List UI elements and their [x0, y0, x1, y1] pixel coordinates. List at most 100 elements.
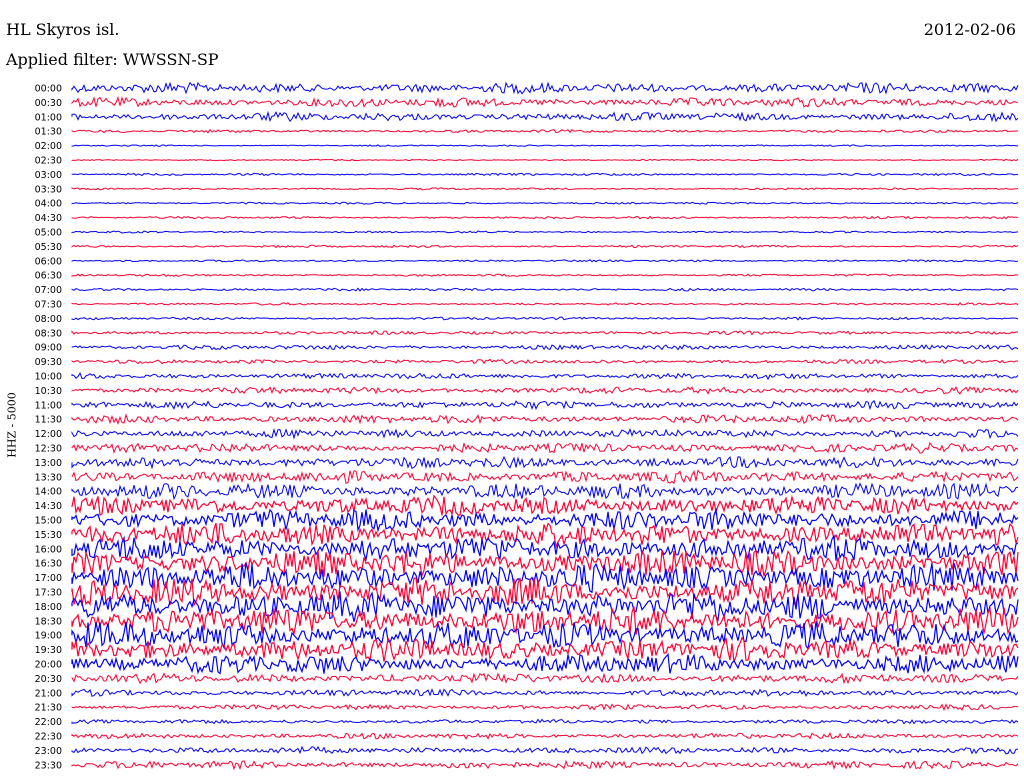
trace-1830: [71, 606, 1019, 637]
trace-0000: [71, 81, 1019, 95]
trace-1500: [71, 507, 1019, 533]
time-label-0800: 08:00: [35, 314, 62, 325]
seismogram-helicorder: 00:00 00:30 01:00 01:30 02:00 02:30 03:00 03:30…: [35, 81, 1019, 772]
trace-0130: [71, 128, 1019, 134]
trace-0800: [71, 316, 1019, 321]
time-label-1830: 18:30: [35, 616, 62, 627]
time-label-2230: 22:30: [35, 732, 62, 743]
trace-2230: [71, 732, 1019, 740]
time-label-1300: 13:00: [35, 458, 62, 469]
trace-0300: [71, 172, 1019, 177]
trace-1900: [71, 621, 1019, 651]
time-label-1430: 14:30: [35, 501, 62, 512]
trace-0400: [71, 201, 1019, 205]
trace-0600: [71, 259, 1019, 263]
trace-1630: [71, 549, 1019, 578]
time-label-1600: 16:00: [35, 544, 62, 555]
date-label: 2012-02-06: [923, 20, 1016, 39]
time-label-1630: 16:30: [35, 559, 62, 570]
trace-0100: [71, 110, 1019, 123]
time-label-1930: 19:30: [35, 645, 62, 656]
time-label-0100: 01:00: [35, 112, 62, 123]
trace-1730: [71, 577, 1019, 608]
trace-0830: [71, 330, 1019, 336]
trace-2200: [71, 718, 1019, 725]
channel-label: HHZ - 5000: [5, 392, 19, 458]
time-label-0600: 06:00: [35, 256, 62, 267]
time-label-0900: 09:00: [35, 343, 62, 354]
time-label-0400: 04:00: [35, 199, 62, 210]
time-label-1100: 11:00: [35, 400, 62, 411]
time-label-2330: 23:30: [35, 760, 62, 771]
time-label-0430: 04:30: [35, 213, 62, 224]
trace-2030: [71, 672, 1019, 685]
time-label-1200: 12:00: [35, 429, 62, 440]
time-label-1030: 10:30: [35, 386, 62, 397]
trace-1230: [71, 441, 1019, 455]
trace-1030: [71, 386, 1019, 395]
time-label-1500: 15:00: [35, 516, 62, 527]
trace-1600: [71, 534, 1019, 562]
trace-0430: [71, 215, 1019, 220]
trace-0330: [71, 187, 1019, 191]
time-label-1330: 13:30: [35, 472, 62, 483]
time-label-0630: 06:30: [35, 271, 62, 282]
trace-0700: [71, 287, 1019, 292]
trace-1330: [71, 469, 1019, 485]
time-label-1700: 17:00: [35, 573, 62, 584]
time-label-0700: 07:00: [35, 285, 62, 296]
time-label-1730: 17:30: [35, 588, 62, 599]
time-label-2130: 21:30: [35, 703, 62, 714]
trace-1200: [71, 427, 1019, 440]
trace-1130: [71, 413, 1019, 425]
trace-2300: [71, 745, 1019, 755]
trace-0930: [71, 358, 1019, 365]
time-label-0330: 03:30: [35, 184, 62, 195]
trace-0500: [71, 230, 1019, 234]
time-label-1400: 14:00: [35, 487, 62, 498]
time-label-1900: 19:00: [35, 631, 62, 642]
trace-0230: [71, 158, 1019, 162]
time-label-1230: 12:30: [35, 444, 62, 455]
time-label-1000: 10:00: [35, 372, 62, 383]
trace-0630: [71, 273, 1019, 277]
time-label-0000: 00:00: [35, 84, 62, 95]
trace-0200: [71, 144, 1019, 147]
trace-2330: [71, 759, 1019, 771]
trace-1100: [71, 399, 1019, 411]
time-label-0130: 01:30: [35, 127, 62, 138]
time-labels: 00:00 00:30 01:00 01:30 02:00 02:30 03:00 03:30…: [35, 84, 62, 772]
time-label-2300: 23:00: [35, 746, 62, 757]
time-label-1800: 18:00: [35, 602, 62, 613]
trace-1700: [71, 562, 1019, 594]
time-label-1530: 15:30: [35, 530, 62, 541]
time-label-0030: 00:30: [35, 98, 62, 109]
time-label-1130: 11:30: [35, 415, 62, 426]
time-label-0200: 02:00: [35, 141, 62, 152]
trace-2000: [71, 652, 1019, 675]
time-label-0300: 03:00: [35, 170, 62, 181]
time-label-2200: 22:00: [35, 717, 62, 728]
trace-0030: [71, 95, 1019, 109]
trace-0730: [71, 302, 1019, 306]
trace-1530: [71, 522, 1019, 549]
trace-1930: [71, 636, 1019, 663]
trace-1300: [71, 455, 1019, 470]
time-label-0530: 05:30: [35, 242, 62, 253]
trace-2130: [71, 703, 1019, 712]
trace-0530: [71, 244, 1019, 249]
trace-0900: [71, 344, 1019, 351]
time-label-2030: 20:30: [35, 674, 62, 685]
time-label-2100: 21:00: [35, 688, 62, 699]
time-label-0500: 05:00: [35, 228, 62, 239]
time-label-0930: 09:30: [35, 357, 62, 368]
time-label-0230: 02:30: [35, 156, 62, 167]
trace-1000: [71, 371, 1019, 381]
trace-2100: [71, 688, 1019, 698]
time-label-0730: 07:30: [35, 300, 62, 311]
trace-1430: [71, 494, 1019, 516]
trace-1400: [71, 482, 1019, 501]
time-label-0830: 08:30: [35, 328, 62, 339]
time-label-2000: 20:00: [35, 660, 62, 671]
trace-1800: [71, 591, 1019, 623]
